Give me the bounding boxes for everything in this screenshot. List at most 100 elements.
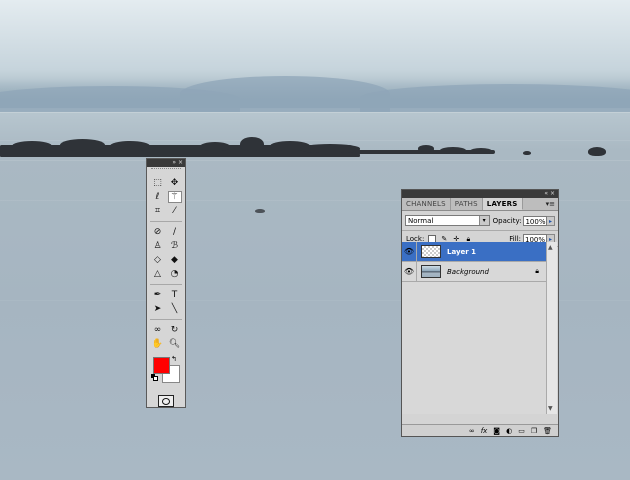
lasso-icon[interactable]: ℓ: [151, 191, 165, 203]
tool-separator: [150, 284, 182, 285]
pen-icon[interactable]: ✒: [151, 289, 165, 301]
type-icon[interactable]: T: [168, 289, 182, 301]
tools-panel: » × ⬚ ✥ ℓ ⚚ ⌗ ⁄ ⊘ ∕ ♙ ℬ ◇ ◆ △ ◔ ✒ T ➤ ╲ …: [146, 158, 186, 408]
rock: [418, 145, 434, 152]
layer-thumbnail: [421, 245, 441, 258]
rock: [470, 148, 492, 154]
trash-icon[interactable]: 🗑︎: [543, 426, 552, 436]
rock: [440, 147, 466, 154]
tool-row: ⬚ ✥: [147, 176, 185, 190]
layers-footer: ∞ fx ◙ ◐ ▭ ❐ 🗑︎: [402, 424, 558, 436]
rock: [523, 151, 531, 155]
tool-row: ℓ ⚚: [147, 190, 185, 204]
tool-separator: [150, 319, 182, 320]
distant-hill: [360, 84, 630, 112]
tool-row: ⌗ ⁄: [147, 204, 185, 218]
3d-orbit-icon[interactable]: ↻: [168, 324, 182, 336]
panel-tabs: CHANNELS PATHS LAYERS ▾≡: [402, 198, 558, 211]
rock: [200, 142, 230, 151]
layer-thumbnail: [421, 265, 441, 278]
tab-layers[interactable]: LAYERS: [482, 198, 523, 210]
tool-row: ✒ T: [147, 288, 185, 302]
add-mask-icon[interactable]: ◙: [493, 426, 500, 436]
quick-mask-icon: [162, 397, 170, 405]
path-selection-icon[interactable]: ➤: [151, 303, 165, 315]
tool-row: ➤ ╲: [147, 302, 185, 316]
color-swatches: ↰: [147, 355, 185, 393]
blend-mode-select[interactable]: Normal ▾: [405, 215, 490, 226]
brush-icon[interactable]: ∕: [168, 226, 182, 238]
layer-row[interactable]: 👁︎ Layer 1: [402, 242, 547, 262]
marquee-icon[interactable]: ⬚: [151, 177, 165, 189]
tool-separator: [150, 221, 182, 222]
panel-menu-icon[interactable]: ▾≡: [546, 198, 555, 210]
layer-name: Background: [447, 267, 489, 276]
tool-row: ✋ 🔍︎: [147, 337, 185, 351]
water-reflection: [0, 160, 630, 161]
new-layer-icon[interactable]: ❐: [531, 426, 537, 436]
tab-channels[interactable]: CHANNELS: [402, 198, 451, 210]
opacity-label: Opacity:: [492, 216, 522, 225]
fx-icon[interactable]: fx: [481, 426, 488, 436]
scroll-up-icon[interactable]: ▲: [548, 244, 553, 251]
new-group-icon[interactable]: ▭: [518, 426, 525, 436]
distant-hill: [180, 76, 390, 112]
default-colors-icon[interactable]: [151, 374, 158, 381]
blur-icon[interactable]: △: [151, 268, 165, 280]
visibility-eye-icon[interactable]: 👁︎: [402, 242, 417, 261]
floating-object: [255, 209, 265, 213]
foreground-color-swatch[interactable]: [153, 357, 170, 374]
layer-row[interactable]: 👁︎ Background 🔒︎: [402, 262, 547, 282]
clone-stamp-icon[interactable]: ♙: [151, 240, 165, 252]
3d-rotate-icon[interactable]: ∞: [151, 324, 165, 336]
opacity-field[interactable]: 100%: [523, 215, 548, 226]
tool-row: △ ◔: [147, 267, 185, 281]
layers-titlebar[interactable]: « ×: [402, 190, 558, 198]
close-icon[interactable]: ×: [178, 159, 183, 167]
rock: [240, 137, 264, 151]
paint-bucket-icon[interactable]: ◆: [168, 254, 182, 266]
horizon-line: [0, 112, 630, 113]
blend-options-row: Normal ▾ Opacity: 100% ▸: [402, 213, 558, 228]
rock: [588, 147, 606, 156]
opacity-slider-arrow-icon[interactable]: ▸: [547, 215, 555, 226]
eyedropper-icon[interactable]: ⁄: [168, 205, 182, 217]
adjustment-layer-icon[interactable]: ◐: [506, 426, 512, 436]
tool-row: ∞ ↻: [147, 323, 185, 337]
eraser-icon[interactable]: ◇: [151, 254, 165, 266]
tools-titlebar[interactable]: » ×: [147, 159, 185, 167]
history-brush-icon[interactable]: ℬ: [168, 240, 182, 252]
quick-mask-area: [147, 395, 185, 407]
layer-list: 👁︎ Layer 1 👁︎ Background 🔒︎: [402, 242, 547, 414]
layer-lock-icon: 🔒︎: [535, 267, 539, 275]
tool-row: ◇ ◆: [147, 253, 185, 267]
collapse-icon[interactable]: «: [544, 190, 548, 198]
healing-brush-icon[interactable]: ⊘: [151, 226, 165, 238]
layer-name: Layer 1: [447, 247, 477, 256]
rock: [60, 139, 105, 151]
layer-list-scrollbar[interactable]: ▲ ▼: [546, 242, 557, 414]
scroll-down-icon[interactable]: ▼: [548, 405, 553, 412]
panel-grip[interactable]: [151, 168, 181, 175]
magic-wand-icon[interactable]: ⚚: [167, 191, 182, 203]
tool-row: ♙ ℬ: [147, 239, 185, 253]
zoom-icon[interactable]: 🔍︎: [168, 338, 182, 350]
chevron-down-icon[interactable]: ▾: [478, 216, 489, 225]
crop-icon[interactable]: ⌗: [151, 205, 165, 217]
blend-mode-value: Normal: [408, 217, 434, 225]
swap-colors-icon[interactable]: ↰: [171, 355, 177, 363]
tab-paths[interactable]: PATHS: [451, 198, 483, 210]
tool-row: ⊘ ∕: [147, 225, 185, 239]
rock: [300, 144, 360, 153]
layers-panel: « × CHANNELS PATHS LAYERS ▾≡ Normal ▾ Op…: [401, 189, 559, 437]
close-icon[interactable]: ×: [550, 190, 555, 198]
rock: [110, 141, 150, 151]
link-layers-icon[interactable]: ∞: [469, 426, 475, 436]
dodge-icon[interactable]: ◔: [168, 268, 182, 280]
hand-icon[interactable]: ✋: [151, 338, 165, 350]
visibility-eye-icon[interactable]: 👁︎: [402, 262, 417, 281]
move-icon[interactable]: ✥: [168, 177, 182, 189]
quick-mask-button[interactable]: [158, 395, 174, 407]
line-icon[interactable]: ╲: [168, 303, 182, 315]
collapse-icon[interactable]: »: [172, 159, 176, 167]
